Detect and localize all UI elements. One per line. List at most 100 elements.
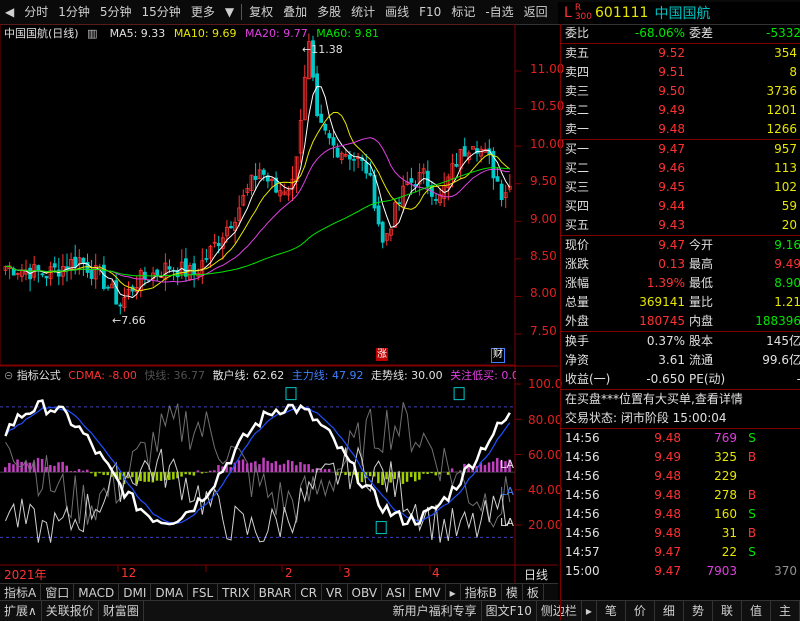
tick-row: 14:569.4831B	[561, 524, 800, 543]
big-order-notice[interactable]: 在买盘***位置有大买单,查看详情	[561, 390, 800, 409]
chart-legend: 中国国航(日线) ▥ MA5: 9.33 MA10: 9.69 MA20: 9.…	[4, 25, 384, 41]
mark-button[interactable]: 标记	[446, 1, 480, 23]
tick-price: 9.48	[625, 486, 681, 505]
tick-side: B	[737, 448, 767, 467]
limit-up-marker[interactable]: 涨	[376, 348, 388, 361]
indicator-legend: ⊝ 指标公式 CDMA: -8.00 快线: 36.77 散户线: 62.62 …	[4, 367, 516, 383]
ind-bar-pos	[197, 470, 200, 472]
stats2-block: 换手0.37%股本145亿净资3.61流通99.6亿收益(一)-0.650PE(…	[561, 332, 800, 390]
bid-row: 买三9.45102	[561, 178, 800, 197]
bid-price: 9.46	[615, 159, 685, 178]
period-daily-label[interactable]: 日线	[524, 566, 548, 583]
ask-row: 卖二9.491201	[561, 101, 800, 120]
wealth-circle-button[interactable]: 财富圈	[99, 601, 144, 621]
stat-value: 9.47	[615, 236, 685, 255]
tab-5min[interactable]: 5分钟	[95, 1, 137, 23]
ind-bar-neg	[160, 472, 163, 481]
stats-button[interactable]: 统计	[346, 1, 380, 23]
adjust-button[interactable]: 复权	[244, 1, 278, 23]
ind-bar-neg	[205, 472, 208, 473]
ind-bar-neg	[98, 472, 101, 473]
ind-bar-pos	[82, 471, 85, 472]
ind-bar-neg	[107, 472, 110, 475]
stat-value: 180745	[615, 312, 685, 331]
more-dropdown-icon[interactable]: ▼	[220, 1, 239, 23]
tab-1min[interactable]: 1分钟	[53, 1, 95, 23]
ask-label: 卖二	[561, 101, 615, 120]
candle-body	[328, 134, 331, 138]
bid-volume: 102	[685, 178, 797, 197]
add-watchlist-button[interactable]: -自选	[480, 1, 518, 23]
tick-volume: 229	[681, 467, 737, 486]
ind-bar-pos	[8, 463, 11, 472]
ind-bar-pos	[299, 462, 302, 472]
overlay-button[interactable]: 叠加	[278, 1, 312, 23]
ind-bar-pos	[484, 465, 487, 472]
tick-volume: 160	[681, 505, 737, 524]
multi-stock-button[interactable]: 多股	[312, 1, 346, 23]
stock-code: 601111	[595, 5, 648, 21]
tick-side	[737, 467, 767, 486]
bid-volume: 59	[685, 197, 797, 216]
tick-side: S	[737, 429, 767, 448]
stat-label: 量比	[685, 293, 739, 312]
ind-bar-neg	[422, 472, 425, 474]
candle-body	[53, 264, 56, 267]
finance-marker[interactable]: 财	[491, 348, 505, 363]
kline-chart[interactable]	[0, 24, 558, 590]
stat-label: 外盘	[561, 312, 615, 331]
legend-icon: ▥	[87, 27, 101, 37]
f10-button[interactable]: F10	[414, 1, 446, 23]
tab-15min[interactable]: 15分钟	[137, 1, 186, 23]
xaxis-feb: 2	[285, 566, 293, 580]
bid-book: 买一9.47957买二9.46113买三9.45102买四9.4459买五9.4…	[561, 140, 800, 236]
stat-value: 0.37%	[621, 332, 685, 351]
indicator-lines	[6, 388, 510, 543]
toolbar-divider	[241, 4, 242, 20]
candle-body	[324, 124, 327, 130]
ind-bar-neg	[102, 472, 105, 475]
promo-link[interactable]: 新用户福利专享	[389, 601, 482, 621]
f10-graphic-button[interactable]: 图文F10	[482, 601, 537, 621]
indicator-toggle-icon[interactable]: ⊝	[4, 369, 13, 382]
ind-bar-neg	[361, 472, 364, 482]
back-arrow-icon[interactable]: ◀	[0, 1, 19, 23]
expand-button[interactable]: 扩展∧	[0, 601, 42, 621]
stat-row: 净资3.61流通99.6亿	[561, 351, 800, 370]
related-quote-button[interactable]: 关联报价	[42, 601, 99, 621]
stock-name[interactable]: 中国国航	[654, 3, 710, 23]
ind-bar-pos	[451, 468, 454, 472]
retail-line-label: 散户线: 62.62	[213, 369, 285, 382]
tick-side: B	[737, 524, 767, 543]
ind-bar-pos	[217, 465, 220, 472]
stat-value: 1.21	[739, 293, 800, 312]
tab-more[interactable]: 更多	[186, 1, 220, 23]
la-label-2: LA	[500, 485, 514, 498]
bid-row: 买五9.4320	[561, 216, 800, 235]
ask-row: 卖一9.481266	[561, 120, 800, 139]
ind-bar-pos	[266, 461, 269, 472]
trend-line	[6, 447, 510, 542]
ind-bar-pos	[324, 469, 327, 472]
draw-line-button[interactable]: 画线	[380, 1, 414, 23]
tick-row: 14:569.48769S	[561, 429, 800, 448]
tick-side: S	[737, 505, 767, 524]
ind-bar-pos	[496, 458, 499, 472]
ask-price: 9.50	[615, 82, 685, 101]
indicator-name[interactable]: 指标公式	[17, 369, 61, 382]
ind-bar-neg	[172, 472, 175, 479]
tick-list[interactable]: 14:569.48769S14:569.49325B14:569.4822914…	[561, 429, 800, 581]
trend-line-label: 走势线: 30.00	[371, 369, 443, 382]
candle-body	[107, 287, 110, 288]
xaxis-dec: 12	[121, 566, 136, 580]
tab-intraday[interactable]: 分时	[19, 1, 53, 23]
ask-row: 卖四9.518	[561, 63, 800, 82]
ind-bar-pos	[78, 469, 81, 472]
ind-bar-neg	[389, 472, 392, 482]
xaxis-ticks	[118, 565, 430, 572]
ind-bar-neg	[394, 472, 397, 479]
stat-value: 99.6亿	[739, 351, 800, 370]
tick-time: 14:56	[561, 524, 625, 543]
return-button[interactable]: 返回	[519, 1, 553, 23]
stat-value: 9.16	[739, 236, 800, 255]
